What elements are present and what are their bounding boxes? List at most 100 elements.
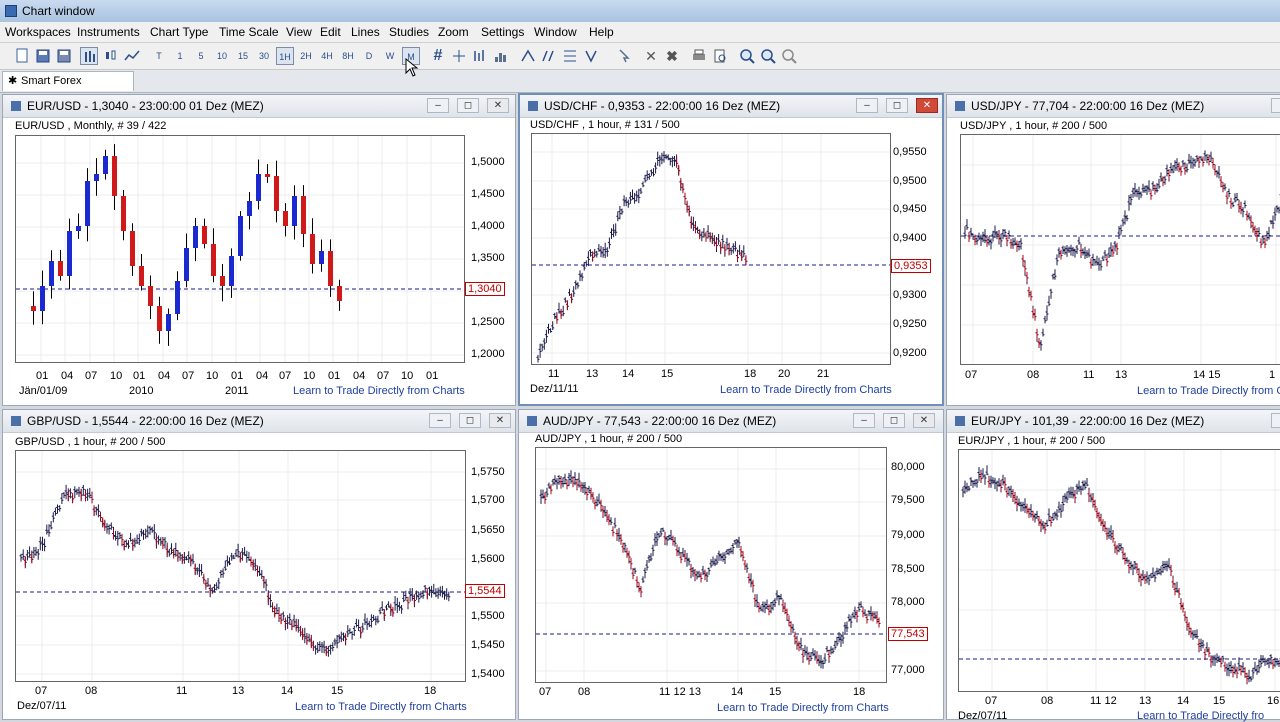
timescale-1-button[interactable]: 1	[171, 47, 189, 65]
candle-body	[292, 196, 297, 226]
chart-header[interactable]: USD/CHF - 0,9353 - 22:00:00 16 Dez (MEZ)…	[520, 95, 942, 118]
timescale-1H-button[interactable]: 1H	[276, 47, 294, 65]
price-plot-area[interactable]	[531, 133, 891, 365]
x-tick-label: 11	[548, 368, 559, 380]
mouse-cursor-icon	[405, 58, 419, 78]
close-button[interactable]: ✕	[916, 98, 938, 113]
price-plot-area[interactable]	[15, 135, 465, 363]
chart-window-eurjpy[interactable]: EUR/JPY - 101,39 - 22:00:00 16 Dez (MEZ)…	[946, 409, 1280, 720]
candle-body	[103, 156, 108, 174]
learn-link[interactable]: Learn to Trade Directly from Charts	[720, 384, 892, 396]
chart-window-usdjpy[interactable]: USD/JPY - 77,704 - 22:00:00 16 Dez (MEZ)…	[946, 94, 1280, 406]
menu-zoom[interactable]: Zoom	[438, 25, 469, 39]
candle-body	[310, 234, 315, 264]
chart-header[interactable]: GBP/USD - 1,5544 - 22:00:00 16 Dez (MEZ)…	[3, 410, 515, 433]
delete-all-lines-icon[interactable]: ✖	[663, 47, 681, 65]
menu-lines[interactable]: Lines	[351, 25, 380, 39]
timescale-4H-button[interactable]: 4H	[318, 47, 336, 65]
close-button[interactable]: ✕	[487, 98, 509, 113]
maximize-button[interactable]: ◻	[886, 98, 908, 113]
chart-header[interactable]: EUR/USD - 1,3040 - 23:00:00 01 Dez (MEZ)…	[3, 95, 515, 118]
chart-window-usdchf[interactable]: USD/CHF - 0,9353 - 22:00:00 16 Dez (MEZ)…	[518, 93, 944, 406]
print-preview-icon[interactable]	[711, 47, 729, 65]
timescale-2H-button[interactable]: 2H	[297, 47, 315, 65]
price-plot-area[interactable]	[535, 447, 887, 683]
menu-workspaces[interactable]: Workspaces	[5, 25, 71, 39]
chart-title: EUR/USD - 1,3040 - 23:00:00 01 Dez (MEZ)	[27, 99, 264, 113]
timescale-8H-button[interactable]: 8H	[339, 47, 357, 65]
app-icon	[5, 5, 17, 17]
learn-link[interactable]: Learn to Trade Directly from C	[1137, 385, 1280, 397]
candle-chart-icon[interactable]	[102, 47, 120, 65]
minimize-button[interactable]	[1271, 413, 1280, 428]
studies-icon[interactable]	[471, 47, 489, 65]
minimize-button[interactable]: –	[856, 98, 878, 113]
grid-icon[interactable]: #	[429, 47, 447, 65]
menu-view[interactable]: View	[286, 25, 312, 39]
chart-header[interactable]: EUR/JPY - 101,39 - 22:00:00 16 Dez (MEZ)	[947, 410, 1280, 433]
zoom-out-icon[interactable]	[759, 47, 777, 65]
price-plot-area[interactable]	[15, 450, 466, 682]
x-tick-label: 08	[1041, 695, 1053, 707]
save-all-icon[interactable]	[55, 47, 73, 65]
minimize-button[interactable]: –	[429, 413, 451, 428]
close-button[interactable]: ✕	[489, 413, 511, 428]
timescale-30-button[interactable]: 30	[255, 47, 273, 65]
zoom-in-icon[interactable]	[738, 47, 756, 65]
minimize-button[interactable]: –	[853, 413, 875, 428]
timescale-D-button[interactable]: D	[360, 47, 378, 65]
x-tick-label: 07	[35, 685, 47, 697]
close-button[interactable]: ✕	[913, 413, 935, 428]
timescale-5-button[interactable]: 5	[192, 47, 210, 65]
menu-chart-type[interactable]: Chart Type	[150, 25, 208, 39]
chart-window-audjpy[interactable]: AUD/JPY - 77,543 - 22:00:00 16 Dez (MEZ)…	[518, 409, 944, 720]
menu-window[interactable]: Window	[534, 25, 577, 39]
maximize-button[interactable]: ◻	[883, 413, 905, 428]
chart-header[interactable]: AUD/JPY - 77,543 - 22:00:00 16 Dez (MEZ)…	[519, 410, 943, 433]
price-plot-area[interactable]	[958, 449, 1280, 692]
learn-link[interactable]: Learn to Trade Directly fro	[1137, 710, 1264, 722]
timescale-15-button[interactable]: 15	[234, 47, 252, 65]
delete-line-icon[interactable]: ✕	[642, 47, 660, 65]
learn-link[interactable]: Learn to Trade Directly from Charts	[717, 702, 889, 714]
maximize-button[interactable]: ◻	[459, 413, 481, 428]
volume-icon[interactable]	[492, 47, 510, 65]
chart-window-eurusd[interactable]: EUR/USD - 1,3040 - 23:00:00 01 Dez (MEZ)…	[2, 94, 516, 406]
menu-instruments[interactable]: Instruments	[77, 25, 140, 39]
channel-icon[interactable]	[540, 47, 558, 65]
trendline-icon[interactable]	[519, 47, 537, 65]
x-tick-label: 14	[281, 685, 293, 697]
timescale-W-button[interactable]: W	[381, 47, 399, 65]
fibonacci-icon[interactable]	[561, 47, 579, 65]
menu-help[interactable]: Help	[589, 25, 614, 39]
timescale-T-button[interactable]: T	[150, 47, 168, 65]
minimize-button[interactable]	[1271, 98, 1280, 113]
workspace-tab-smart-forex[interactable]: ✱ Smart Forex Education	[2, 71, 134, 91]
chart-window-gbpusd[interactable]: GBP/USD - 1,5544 - 22:00:00 16 Dez (MEZ)…	[2, 409, 516, 720]
bar-chart-icon[interactable]	[80, 47, 98, 65]
line-chart-icon[interactable]	[123, 47, 141, 65]
tab-close-icon[interactable]: ✱	[8, 72, 17, 90]
print-icon[interactable]	[690, 47, 708, 65]
price-plot-area[interactable]	[960, 134, 1280, 365]
save-icon[interactable]	[34, 47, 52, 65]
zoom-reset-icon[interactable]	[780, 47, 798, 65]
menu-settings[interactable]: Settings	[481, 25, 524, 39]
timescale-10-button[interactable]: 10	[213, 47, 231, 65]
price-series	[537, 151, 748, 362]
minimize-button[interactable]: –	[427, 98, 449, 113]
menu-time-scale[interactable]: Time Scale	[219, 25, 279, 39]
learn-link[interactable]: Learn to Trade Directly from Charts	[293, 385, 465, 397]
menu-studies[interactable]: Studies	[389, 25, 429, 39]
candle-body	[319, 251, 324, 264]
chart-title: AUD/JPY - 77,543 - 22:00:00 16 Dez (MEZ)	[543, 414, 776, 428]
candle-body	[211, 244, 216, 276]
menu-edit[interactable]: Edit	[320, 25, 341, 39]
chart-header[interactable]: USD/JPY - 77,704 - 22:00:00 16 Dez (MEZ)	[947, 95, 1280, 118]
cursor-tool-icon[interactable]	[615, 47, 633, 65]
crosshair-icon[interactable]	[450, 47, 468, 65]
new-document-icon[interactable]	[13, 47, 31, 65]
learn-link[interactable]: Learn to Trade Directly from Charts	[295, 701, 467, 713]
pitchfork-icon[interactable]	[582, 47, 600, 65]
maximize-button[interactable]: ◻	[457, 98, 479, 113]
